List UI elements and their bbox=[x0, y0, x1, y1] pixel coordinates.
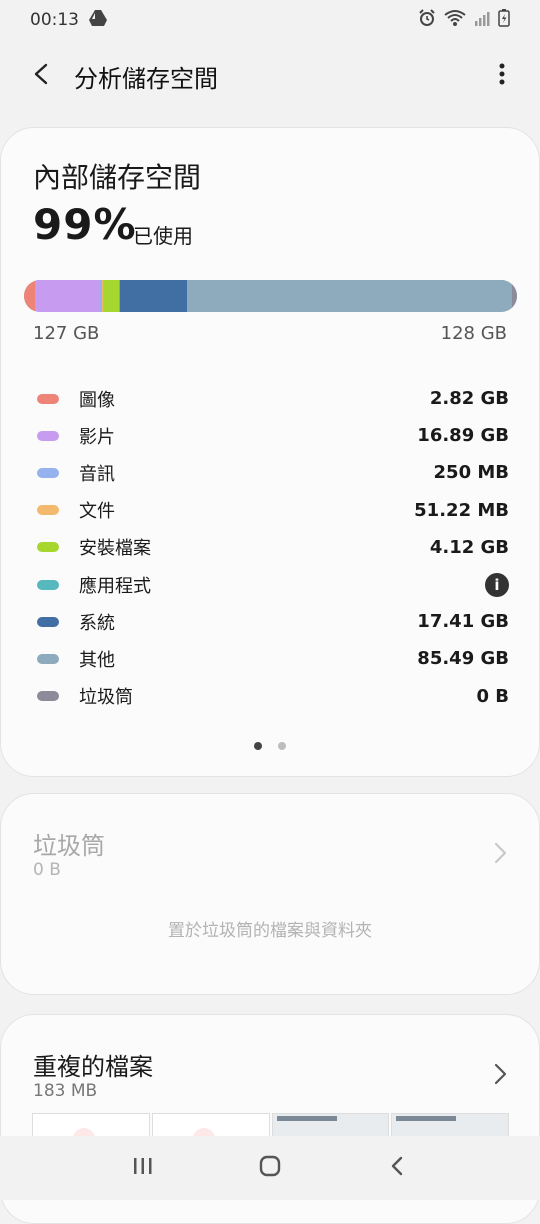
legend-value: 51.22 MB bbox=[414, 499, 509, 521]
legend-dot bbox=[37, 505, 59, 516]
trash-title: 垃圾筒 bbox=[33, 832, 105, 860]
legend-row-images[interactable]: 圖像 2.82 GB bbox=[37, 380, 509, 417]
nav-back-button[interactable] bbox=[372, 1143, 422, 1193]
back-arrow-icon bbox=[32, 63, 52, 89]
legend-row-apps[interactable]: 應用程式 i bbox=[37, 566, 509, 603]
chevron-right-icon bbox=[489, 842, 511, 864]
info-icon[interactable]: i bbox=[485, 572, 509, 597]
chevron-right-icon bbox=[489, 1063, 511, 1085]
legend-value: 250 MB bbox=[433, 462, 509, 484]
page-dot-active bbox=[254, 742, 262, 750]
status-time: 00:13 bbox=[30, 10, 79, 30]
bar-segment-system bbox=[120, 280, 188, 312]
legend-label: 系統 bbox=[79, 612, 115, 634]
bar-segment-videos bbox=[34, 280, 100, 312]
usage-percent: 99% bbox=[33, 200, 137, 249]
legend-label: 影片 bbox=[79, 426, 115, 448]
back-button[interactable] bbox=[12, 46, 72, 106]
legend-value: 4.12 GB bbox=[429, 536, 509, 558]
recents-icon bbox=[132, 1156, 154, 1180]
legend-value: 17.41 GB bbox=[417, 611, 509, 633]
legend-dot bbox=[37, 579, 59, 590]
legend-row-videos[interactable]: 影片 16.89 GB bbox=[37, 417, 509, 454]
legend-value: 85.49 GB bbox=[417, 648, 509, 670]
alarm-icon bbox=[418, 8, 436, 32]
legend-dot bbox=[37, 616, 59, 627]
legend-label: 安裝檔案 bbox=[79, 538, 151, 560]
page-indicator bbox=[1, 742, 539, 750]
used-label: 已使用 bbox=[133, 224, 193, 248]
legend-dot bbox=[37, 691, 59, 702]
trash-description: 置於垃圾筒的檔案與資料夾 bbox=[168, 921, 372, 941]
system-nav-bar bbox=[0, 1136, 540, 1200]
legend-dot bbox=[37, 542, 59, 553]
legend-dot bbox=[37, 393, 59, 404]
legend-label: 圖像 bbox=[79, 389, 115, 411]
file-thumbnail[interactable] bbox=[271, 1113, 390, 1138]
legend-dot bbox=[37, 467, 59, 478]
drive-icon bbox=[89, 9, 107, 31]
duplicate-thumbnails bbox=[32, 1113, 509, 1138]
used-amount: 127 GB bbox=[33, 323, 100, 344]
page-title: 分析儲存空間 bbox=[74, 64, 218, 93]
duplicates-title: 重複的檔案 bbox=[33, 1053, 153, 1081]
legend-row-trash[interactable]: 垃圾筒 0 B bbox=[37, 678, 509, 715]
total-capacity: 128 GB bbox=[440, 323, 507, 344]
trash-card[interactable]: 垃圾筒 0 B 置於垃圾筒的檔案與資料夾 bbox=[0, 793, 540, 995]
internal-storage-card: 內部儲存空間 99% 已使用 127 GB 128 GB 圖像 2.82 GB … bbox=[0, 127, 540, 777]
wifi-icon bbox=[444, 9, 466, 32]
legend-label: 音訊 bbox=[79, 463, 115, 485]
recent-apps-button[interactable] bbox=[118, 1143, 168, 1193]
duplicates-size: 183 MB bbox=[33, 1081, 98, 1101]
app-bar: 分析儲存空間 bbox=[0, 46, 540, 106]
home-button[interactable] bbox=[245, 1143, 295, 1193]
legend-value: 16.89 GB bbox=[417, 425, 509, 447]
legend-value: 2.82 GB bbox=[429, 388, 509, 410]
legend-row-documents[interactable]: 文件 51.22 MB bbox=[37, 492, 509, 529]
legend-dot bbox=[37, 653, 59, 664]
legend-label: 垃圾筒 bbox=[79, 687, 133, 709]
storage-title: 內部儲存空間 bbox=[33, 161, 202, 194]
bar-segment-installers bbox=[102, 280, 119, 312]
bar-segment-images bbox=[24, 280, 35, 312]
file-thumbnail[interactable] bbox=[391, 1113, 509, 1138]
legend-label: 文件 bbox=[79, 501, 115, 523]
bar-segment-other bbox=[187, 280, 513, 312]
status-bar: 00:13 bbox=[0, 0, 540, 40]
category-legend: 圖像 2.82 GB 影片 16.89 GB 音訊 250 MB 文件 51.2… bbox=[37, 380, 509, 715]
file-thumbnail[interactable] bbox=[151, 1113, 270, 1138]
legend-row-audio[interactable]: 音訊 250 MB bbox=[37, 454, 509, 491]
legend-label: 其他 bbox=[79, 649, 115, 671]
more-vert-icon bbox=[499, 63, 505, 89]
legend-row-installers[interactable]: 安裝檔案 4.12 GB bbox=[37, 529, 509, 566]
legend-dot bbox=[37, 430, 59, 441]
legend-row-other[interactable]: 其他 85.49 GB bbox=[37, 640, 509, 677]
file-thumbnail[interactable] bbox=[32, 1113, 150, 1138]
usage-bar bbox=[24, 280, 517, 312]
back-icon bbox=[388, 1155, 406, 1181]
home-icon bbox=[258, 1155, 282, 1181]
signal-icon bbox=[474, 10, 490, 31]
legend-value: 0 B bbox=[476, 685, 509, 707]
bar-segment-free bbox=[512, 280, 517, 312]
legend-label: 應用程式 bbox=[79, 575, 151, 597]
battery-icon bbox=[498, 8, 510, 32]
page-dot bbox=[278, 742, 286, 750]
more-options-button[interactable] bbox=[486, 60, 518, 92]
legend-row-system[interactable]: 系統 17.41 GB bbox=[37, 603, 509, 640]
trash-size: 0 B bbox=[33, 860, 61, 880]
